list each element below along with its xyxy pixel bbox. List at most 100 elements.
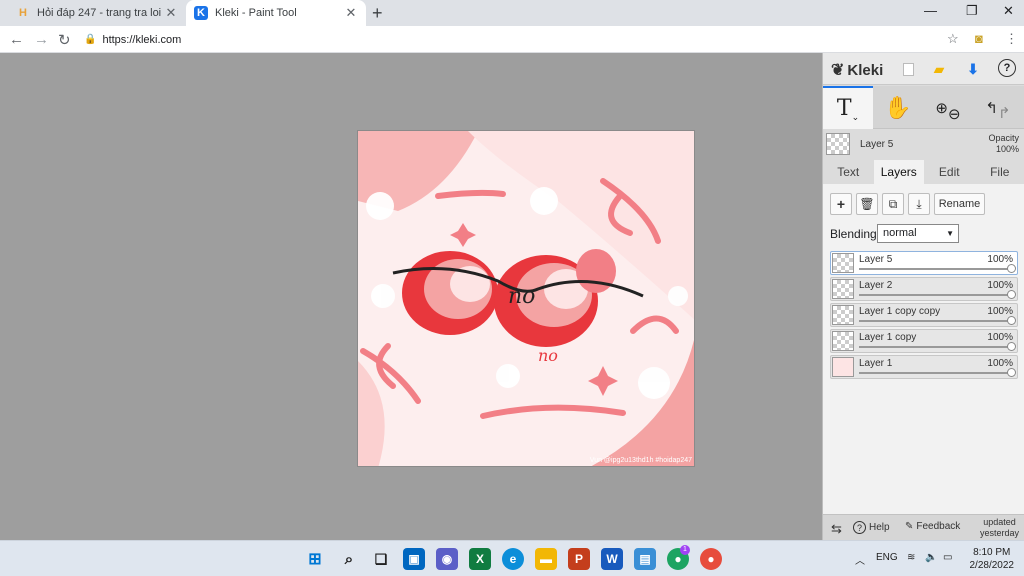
tab-hoidap[interactable]: H Hỏi đáp 247 - trang tra loi ✕ [8, 0, 186, 26]
canvas-workspace[interactable]: no no Vun @ipg2u13thd1h #hoidap247 [0, 53, 822, 540]
browser-tab-bar: H Hỏi đáp 247 - trang tra loi ✕ K Kleki … [0, 0, 1024, 26]
chat-icon[interactable]: ◉ [436, 548, 458, 570]
text-tool-icon[interactable]: T ⌄ [823, 86, 873, 129]
reload-icon[interactable]: ↻ [58, 31, 71, 49]
close-tab-icon[interactable]: ✕ [344, 5, 358, 21]
close-window-icon[interactable]: ✕ [1003, 3, 1014, 19]
zoom-icon[interactable]: ⊕ ⊖ [923, 86, 973, 129]
delete-layer-button[interactable]: 🗑 [856, 193, 878, 215]
wifi-icon[interactable]: ≋ [907, 552, 915, 563]
kleki-side-panel: ❦ Kleki ▰ ⬇ ? T ⌄ ✋ ⊕ ⊖ ↰ ↱ Layer 5 Opacity… [822, 53, 1024, 540]
download-icon[interactable]: ⬇ [963, 59, 983, 79]
edge-icon[interactable]: e [502, 548, 524, 570]
drawing-canvas[interactable]: no no Vun @ipg2u13thd1h #hoidap247 [357, 130, 695, 467]
back-icon[interactable]: ← [9, 31, 24, 48]
slider-knob[interactable] [1007, 342, 1016, 351]
hand-tool-icon[interactable]: ✋ [873, 86, 923, 129]
layer-name: Layer 1 [859, 358, 893, 369]
new-image-icon[interactable] [898, 59, 918, 79]
clock-date: 2/28/2022 [969, 560, 1015, 571]
task-view-icon[interactable]: ❏ [370, 548, 392, 570]
powerpoint-icon[interactable]: P [568, 548, 590, 570]
layer-name: Layer 1 copy copy [859, 306, 941, 317]
layer-opacity-slider[interactable] [859, 264, 1016, 273]
canvas-lettering-small: no [538, 346, 558, 365]
feedback-icon: ✎ [905, 521, 914, 532]
windows-taskbar: ⊞ ⌕ ❏ ▣ ◉ X e ▬ P W ▤ ● 1 ● ︿ ENG ≋ 🔈 ▭ … [0, 540, 1024, 576]
word-icon[interactable]: W [601, 548, 623, 570]
undo-redo-icon[interactable]: ↰ ↱ [973, 86, 1023, 129]
brand-name: Kleki [847, 61, 884, 79]
minimize-icon[interactable]: — [924, 3, 937, 18]
layer-row[interactable]: Layer 1 100% [830, 355, 1018, 379]
blending-select[interactable]: normal ▼ [877, 224, 959, 243]
notification-badge: 1 [680, 545, 690, 555]
battery-icon[interactable]: ▭ [943, 552, 952, 563]
slider-knob[interactable] [1007, 290, 1016, 299]
tab-title: Hỏi đáp 247 - trang tra loi [37, 7, 162, 19]
close-tab-icon[interactable]: ✕ [164, 5, 178, 21]
updated-note: updated yesterday [980, 517, 1019, 539]
layer-row[interactable]: Layer 5 100% [830, 251, 1018, 275]
tab-text[interactable]: Text [823, 160, 874, 184]
current-layer-thumbnail [826, 133, 850, 155]
tray-overflow-icon[interactable]: ︿ [855, 552, 865, 567]
plus-icon: + [836, 196, 846, 212]
layer-row[interactable]: Layer 2 100% [830, 277, 1018, 301]
layer-opacity-slider[interactable] [859, 316, 1016, 325]
slider-knob[interactable] [1007, 316, 1016, 325]
trash-icon: 🗑 [859, 197, 875, 211]
help-link[interactable]: ? Help [853, 521, 890, 534]
slider-knob[interactable] [1007, 368, 1016, 377]
app-icon[interactable]: ▤ [634, 548, 656, 570]
help-icon[interactable]: ? [998, 59, 1016, 77]
save-folder-icon[interactable]: ▰ [929, 59, 949, 79]
volume-icon[interactable]: 🔈 [925, 552, 937, 563]
layer-opacity-slider[interactable] [859, 368, 1016, 377]
start-icon[interactable]: ⊞ [304, 548, 326, 570]
add-layer-button[interactable]: + [830, 193, 852, 215]
taskbar-clock[interactable]: 8:10 PM 2/28/2022 [970, 546, 1015, 572]
extension-icon[interactable]: ◙ [975, 31, 983, 46]
tab-layers[interactable]: Layers [873, 160, 924, 184]
feedback-link[interactable]: ✎ Feedback [905, 521, 960, 532]
kleki-logo: ❦ Kleki [831, 60, 883, 80]
tab-edit[interactable]: Edit [924, 160, 975, 184]
slider-knob[interactable] [1007, 264, 1016, 273]
help-circle-icon: ? [853, 521, 866, 534]
layer-row[interactable]: Layer 1 copy copy 100% [830, 303, 1018, 327]
url-text: https://kleki.com [102, 33, 182, 46]
layer-opacity-slider[interactable] [859, 342, 1016, 351]
menu-kebab-icon[interactable]: ⋮ [1005, 31, 1018, 47]
hoidap-favicon-icon: H [19, 7, 27, 19]
new-tab-icon[interactable]: + [372, 3, 383, 24]
tab-kleki[interactable]: K Kleki - Paint Tool ✕ [186, 0, 366, 26]
panel-top-bar: ❦ Kleki ▰ ⬇ ? [823, 53, 1024, 85]
kleki-logo-icon: ❦ [831, 62, 845, 79]
tab-file[interactable]: File [975, 160, 1024, 184]
layer-opacity-slider[interactable] [859, 290, 1016, 299]
chrome-icon[interactable]: ● [700, 548, 722, 570]
file-explorer-icon[interactable]: ▬ [535, 548, 557, 570]
layer-name: Layer 5 [859, 254, 893, 265]
layer-name: Layer 1 copy [859, 332, 917, 343]
opacity-value: 100% [995, 144, 1019, 154]
feedback-label: Feedback [916, 521, 961, 532]
artwork: no no [358, 131, 694, 466]
rename-button[interactable]: Rename [934, 193, 985, 215]
merge-down-button[interactable]: ⤓ [908, 193, 930, 215]
duplicate-layer-button[interactable]: ⧉ [882, 193, 904, 215]
updated-line1: updated [983, 517, 1016, 527]
widgets-icon[interactable]: ▣ [403, 548, 425, 570]
dropdown-arrow-icon: ▼ [946, 229, 954, 238]
restore-icon[interactable]: ❐ [966, 3, 978, 19]
bookmark-star-icon[interactable]: ☆ [947, 31, 959, 47]
forward-icon[interactable]: → [34, 31, 49, 48]
excel-icon[interactable]: X [469, 548, 491, 570]
swap-side-icon[interactable]: ⇆ [831, 521, 842, 537]
layer-row[interactable]: Layer 1 copy 100% [830, 329, 1018, 353]
canvas-watermark: Vun @ipg2u13thd1h #hoidap247 [589, 457, 692, 464]
language-indicator[interactable]: ENG [876, 552, 898, 563]
search-icon[interactable]: ⌕ [338, 548, 360, 570]
url-input[interactable]: 🔒 https://kleki.com [84, 29, 964, 50]
